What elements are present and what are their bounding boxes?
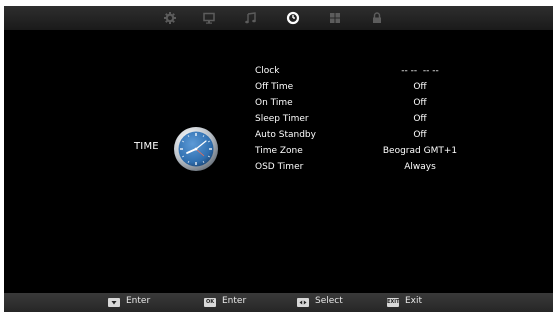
setting-label: On Time — [255, 98, 293, 108]
setting-label: Auto Standby — [255, 130, 316, 140]
setting-label: Clock — [255, 66, 280, 76]
key-text: EXIT — [387, 299, 400, 305]
hint-label: Select — [315, 296, 343, 306]
monitor-icon[interactable] — [202, 11, 216, 25]
menu-tab-bar — [4, 6, 553, 30]
picture-gear-icon[interactable] — [163, 11, 177, 25]
setting-value: Beograd GMT+1 — [382, 146, 458, 156]
music-note-icon[interactable] — [244, 11, 258, 25]
hint-label: Enter — [126, 296, 151, 306]
key-text: OK — [205, 299, 215, 305]
clock-icon[interactable] — [286, 11, 300, 25]
setting-value: Off — [413, 98, 427, 108]
setting-label: Off Time — [255, 82, 294, 92]
clock-icon — [173, 126, 219, 172]
setting-row-osd-timer[interactable]: OSD Timer Always — [253, 160, 513, 176]
left-right-key-icon — [297, 298, 309, 307]
exit-key-icon: EXIT — [387, 298, 400, 307]
setting-label: Sleep Timer — [255, 114, 309, 124]
setting-value: -- -- -- -- — [401, 66, 439, 76]
setting-row-on-time[interactable]: On Time Off — [253, 96, 513, 112]
setting-value: Off — [413, 114, 427, 124]
setting-row-clock[interactable]: Clock -- -- -- -- — [253, 64, 513, 80]
lock-icon[interactable] — [370, 11, 384, 25]
setting-value: Off — [413, 82, 427, 92]
hint-label: Exit — [405, 296, 423, 306]
menu-title: TIME — [134, 141, 159, 152]
setting-label: Time Zone — [255, 146, 303, 156]
setting-label: OSD Timer — [255, 162, 304, 172]
setting-value: Off — [413, 130, 427, 140]
footer-hint-bar: Enter OK Enter Select EXIT Exit — [4, 293, 553, 312]
setting-row-time-zone[interactable]: Time Zone Beograd GMT+1 — [253, 144, 513, 160]
setting-value: Always — [404, 162, 436, 172]
ok-key-icon: OK — [204, 298, 216, 307]
setting-row-sleep-timer[interactable]: Sleep Timer Off — [253, 112, 513, 128]
setting-row-auto-standby[interactable]: Auto Standby Off — [253, 128, 513, 144]
hint-label: Enter — [222, 296, 247, 306]
tv-menu-screen: TIME Clock -- -- -- -- Off Time Off On T… — [4, 6, 553, 293]
down-arrow-key-icon — [108, 298, 120, 307]
setting-row-off-time[interactable]: Off Time Off — [253, 80, 513, 96]
grid-icon[interactable] — [328, 11, 342, 25]
